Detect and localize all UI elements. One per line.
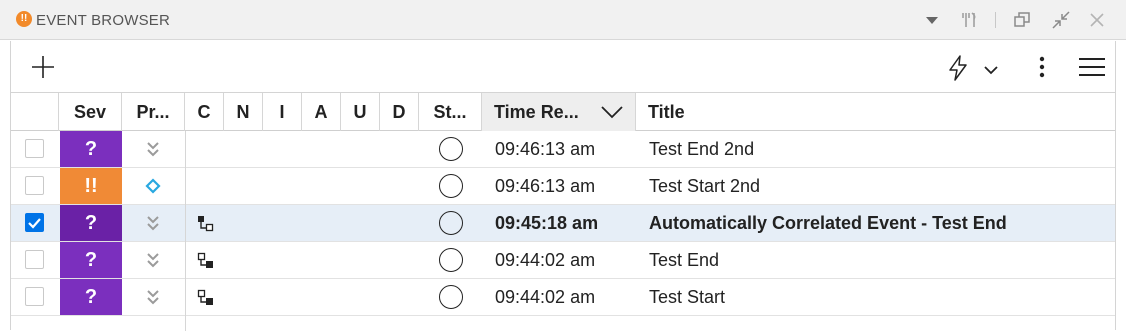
event-title: Test End 2nd bbox=[649, 139, 755, 159]
priority-diamond-icon bbox=[144, 176, 162, 196]
header-time-received[interactable]: Time Re... bbox=[482, 93, 636, 131]
open-circle-icon bbox=[439, 285, 463, 309]
header-d[interactable]: D bbox=[380, 93, 419, 131]
title-bar-divider bbox=[995, 12, 996, 28]
time-received: 09:46:13 am bbox=[495, 139, 596, 159]
plus-icon[interactable] bbox=[31, 55, 55, 79]
table-row[interactable]: !! 09:46:13 am Test Start 2nd bbox=[11, 168, 1115, 205]
priority-lowest-icon bbox=[144, 250, 162, 270]
event-title: Test Start 2nd bbox=[649, 176, 761, 196]
table-row[interactable]: ? 09:46:13 am Test End 2nd bbox=[11, 131, 1115, 168]
header-select[interactable] bbox=[11, 93, 59, 131]
header-time-label: Time Re... bbox=[494, 101, 579, 122]
header-n[interactable]: N bbox=[224, 93, 263, 131]
header-state[interactable]: St... bbox=[419, 93, 482, 131]
severity-badge: ? bbox=[60, 242, 122, 278]
time-received: 09:46:13 am bbox=[495, 176, 596, 196]
row-checkbox[interactable] bbox=[25, 139, 44, 158]
header-i[interactable]: I bbox=[263, 93, 302, 131]
priority-lowest-icon bbox=[144, 287, 162, 307]
time-received: 09:44:02 am bbox=[495, 287, 596, 307]
table-row[interactable]: ? 09:44:02 am Test End bbox=[11, 242, 1115, 279]
event-title: Automatically Correlated Event - Test En… bbox=[649, 213, 1007, 233]
chevron-down-icon[interactable] bbox=[983, 63, 999, 75]
priority-lowest-icon bbox=[144, 139, 162, 159]
grid-header: Sev Pr... C N I A U D St... Time Re... T… bbox=[11, 93, 1115, 131]
header-a[interactable]: A bbox=[302, 93, 341, 131]
row-checkbox[interactable] bbox=[25, 250, 44, 269]
title-bar: !! EVENT BROWSER bbox=[0, 0, 1126, 40]
correlation-cause-icon[interactable] bbox=[197, 215, 215, 233]
correlation-symptom-icon[interactable] bbox=[197, 252, 215, 270]
row-checkbox[interactable] bbox=[25, 213, 44, 232]
severity-badge: ? bbox=[60, 205, 122, 241]
priority-lowest-icon bbox=[144, 213, 162, 233]
hamburger-icon[interactable] bbox=[1079, 57, 1105, 77]
filter-tools-icon[interactable] bbox=[960, 10, 980, 30]
open-circle-icon bbox=[439, 137, 463, 161]
dropdown-icon[interactable] bbox=[922, 10, 942, 30]
lightning-icon[interactable] bbox=[947, 55, 969, 81]
popout-icon[interactable] bbox=[1012, 10, 1032, 30]
severity-badge: ? bbox=[60, 131, 122, 167]
header-u[interactable]: U bbox=[341, 93, 380, 131]
event-title: Test Start bbox=[649, 287, 726, 307]
column-divider bbox=[185, 131, 186, 331]
toolbar bbox=[11, 41, 1115, 93]
open-circle-icon bbox=[439, 174, 463, 198]
header-sev[interactable]: Sev bbox=[59, 93, 122, 131]
severity-badge: !! bbox=[60, 168, 122, 204]
event-title: Test End bbox=[649, 250, 720, 270]
time-received: 09:45:18 am bbox=[495, 213, 599, 233]
header-priority[interactable]: Pr... bbox=[122, 93, 185, 131]
open-circle-icon bbox=[439, 211, 463, 235]
close-icon[interactable] bbox=[1087, 10, 1107, 30]
app-alert-icon: !! bbox=[16, 11, 32, 27]
open-circle-icon bbox=[439, 248, 463, 272]
severity-badge: ? bbox=[60, 279, 122, 315]
row-checkbox[interactable] bbox=[25, 176, 44, 195]
row-checkbox[interactable] bbox=[25, 287, 44, 306]
table-row[interactable]: ? 09:44:02 am Test Start bbox=[11, 279, 1115, 316]
table-row[interactable]: ? 09:45:18 am Automatically Correlated Eve… bbox=[11, 205, 1115, 242]
collapse-icon[interactable] bbox=[1050, 10, 1070, 30]
correlation-symptom-icon[interactable] bbox=[197, 289, 215, 307]
kebab-icon[interactable] bbox=[1037, 56, 1047, 80]
window-title: EVENT BROWSER bbox=[36, 12, 171, 29]
header-c[interactable]: C bbox=[185, 93, 224, 131]
event-browser-panel: Sev Pr... C N I A U D St... Time Re... T… bbox=[10, 41, 1116, 331]
checkmark-icon bbox=[28, 218, 41, 229]
header-title[interactable]: Title bbox=[636, 93, 1117, 131]
time-received: 09:44:02 am bbox=[495, 250, 596, 270]
sort-descending-icon[interactable] bbox=[600, 104, 624, 120]
